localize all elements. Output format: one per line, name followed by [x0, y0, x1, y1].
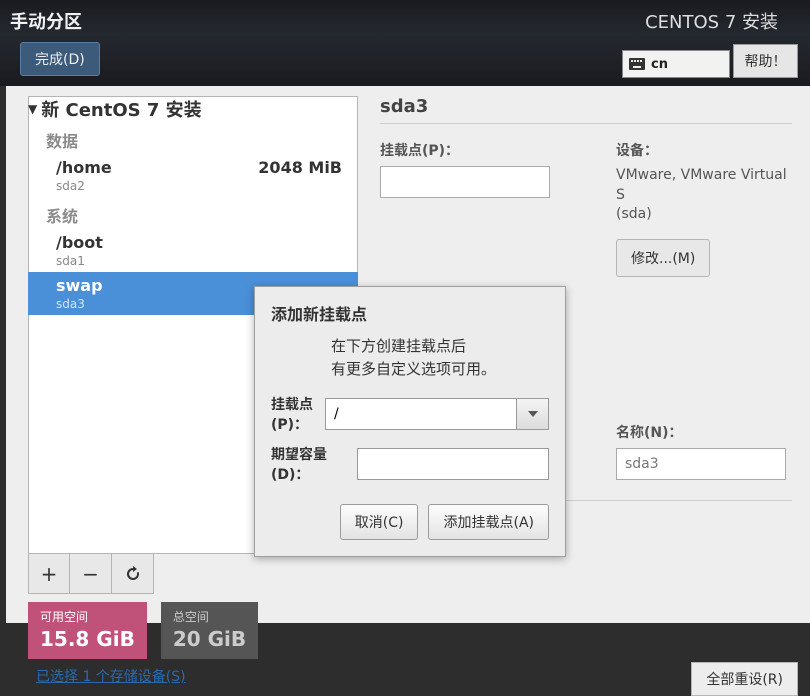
partition-device: sda1 — [56, 254, 348, 268]
help-button[interactable]: 帮助！ — [733, 44, 798, 78]
keyboard-layout-code: cn — [651, 57, 668, 72]
partition-detail-title: sda3 — [380, 96, 792, 124]
mount-point-label: 挂载点(P)： — [380, 140, 556, 160]
keyboard-layout-indicator[interactable]: cn — [622, 50, 730, 78]
add-mount-point-button[interactable]: 添加挂载点(A) — [428, 504, 549, 540]
partition-mount: /boot — [56, 233, 348, 252]
dialog-description: 在下方创建挂载点后 有更多自定义选项可用。 — [331, 335, 549, 380]
dialog-size-input[interactable] — [357, 448, 549, 480]
available-space-card: 可用空间 15.8 GiB — [28, 602, 147, 659]
add-partition-button[interactable]: + — [28, 554, 70, 594]
remove-partition-button[interactable]: − — [70, 554, 112, 594]
cancel-button[interactable]: 取消(C) — [340, 504, 419, 540]
space-summary: 可用空间 15.8 GiB 总空间 20 GiB — [28, 602, 258, 659]
section-system: 系统 — [46, 203, 358, 227]
total-space-label: 总空间 — [173, 608, 246, 625]
done-button[interactable]: 完成(D) — [20, 42, 100, 76]
top-bar: 手动分区 CENTOS 7 安装 完成(D) cn 帮助！ — [0, 0, 810, 86]
reset-all-button[interactable]: 全部重设(R) — [691, 662, 798, 696]
add-mount-point-dialog: 添加新挂载点 在下方创建挂载点后 有更多自定义选项可用。 挂载点(P)： 期望容… — [254, 286, 566, 557]
available-space-label: 可用空间 — [40, 608, 135, 625]
mount-point-input[interactable] — [380, 166, 550, 198]
modify-device-button[interactable]: 修改...(M) — [616, 239, 710, 277]
page-title: 手动分区 — [10, 8, 82, 34]
available-space-value: 15.8 GiB — [40, 627, 135, 651]
partition-row-boot[interactable]: /boot sda1 — [28, 229, 358, 272]
tree-root-label: 新 CentOS 7 安装 — [41, 96, 201, 122]
partition-device: sda2 — [56, 179, 112, 193]
dialog-mount-combo[interactable] — [325, 398, 549, 430]
section-data: 数据 — [46, 128, 358, 152]
dialog-title: 添加新挂载点 — [271, 301, 549, 325]
installer-title: CENTOS 7 安装 — [645, 8, 778, 34]
dialog-mount-input[interactable] — [325, 398, 517, 430]
dialog-mount-label: 挂载点(P)： — [271, 394, 325, 434]
partition-size: 2048 MiB — [258, 158, 342, 177]
device-label: 设备： — [616, 140, 792, 160]
caret-down-icon: ▼ — [28, 102, 37, 116]
total-space-card: 总空间 20 GiB — [161, 602, 258, 659]
main-area: ▼ 新 CentOS 7 安装 数据 /home sda2 2048 MiB 系… — [6, 86, 810, 623]
partition-mount: /home — [56, 158, 112, 177]
partition-tree: ▼ 新 CentOS 7 安装 数据 /home sda2 2048 MiB 系… — [28, 96, 358, 315]
tree-root[interactable]: ▼ 新 CentOS 7 安装 — [28, 96, 358, 122]
device-text-1: VMware, VMware Virtual S — [616, 166, 792, 205]
total-space-value: 20 GiB — [173, 627, 246, 651]
dialog-size-label: 期望容量(D)： — [271, 444, 357, 484]
name-input[interactable] — [616, 448, 786, 480]
partition-actions: + − — [28, 554, 154, 594]
device-text-2: (sda) — [616, 205, 792, 225]
name-label: 名称(N)： — [616, 422, 792, 442]
keyboard-icon — [629, 58, 645, 70]
chevron-down-icon[interactable] — [517, 398, 549, 430]
reload-icon — [124, 565, 142, 583]
reload-button[interactable] — [112, 554, 154, 594]
storage-devices-link[interactable]: 已选择 1 个存储设备(S) — [36, 666, 186, 686]
partition-row-home[interactable]: /home sda2 2048 MiB — [28, 154, 358, 197]
